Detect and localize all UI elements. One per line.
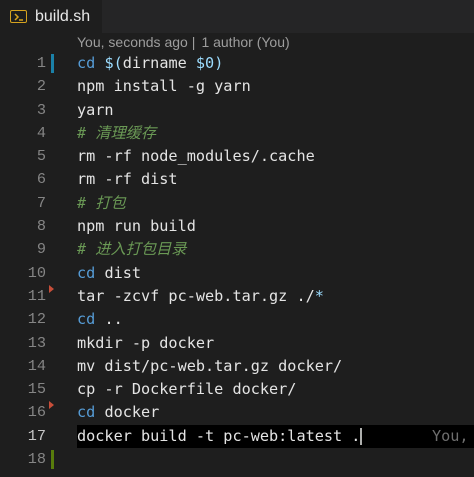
line-number: 12 <box>27 310 46 329</box>
code-token: dist <box>95 263 142 282</box>
code-token: rm -rf node_modules/.cache <box>77 147 315 166</box>
code-token: cd <box>77 310 96 329</box>
code-token: cp -r Dockerfile docker/ <box>77 380 297 399</box>
code-text[interactable]: rm -rf dist <box>77 168 178 191</box>
codelens-separator: | <box>191 34 196 50</box>
line-number: 16 <box>27 403 46 422</box>
code-text[interactable]: docker build -t pc-web:latest . <box>77 425 363 448</box>
code-token: * <box>314 286 324 305</box>
editor[interactable]: You, seconds ago | 1 author (You) 1 cd $(di… <box>0 33 474 477</box>
code-text[interactable]: mkdir -p docker <box>77 332 214 355</box>
line-number: 9 <box>36 240 46 259</box>
code-text[interactable]: cp -r Dockerfile docker/ <box>77 378 296 401</box>
code-line[interactable]: 2 npm install -g yarn <box>0 75 474 98</box>
codelens-authors[interactable]: 1 author (You) <box>201 34 289 50</box>
code-text[interactable]: # 进入打包目录 <box>77 238 186 261</box>
line-number: 6 <box>36 170 46 189</box>
code-token: yarn <box>77 100 114 119</box>
code-line[interactable]: 12 cd .. <box>0 308 474 331</box>
code-text[interactable]: cd .. <box>77 308 123 331</box>
line-number: 11 <box>27 286 46 305</box>
code-text[interactable]: rm -rf node_modules/.cache <box>77 145 315 168</box>
code-token: $( <box>104 54 123 72</box>
code-line[interactable]: 18 <box>0 448 474 471</box>
line-number: 15 <box>27 380 46 399</box>
line-number: 13 <box>27 333 46 352</box>
code-token: rm -rf dist <box>77 170 178 189</box>
code-line[interactable]: 6 rm -rf dist <box>0 168 474 191</box>
line-number: 17 <box>27 426 46 445</box>
code-token: cd <box>77 263 96 282</box>
text-cursor <box>360 427 363 445</box>
code-token: npm run build <box>77 217 196 236</box>
code-text[interactable]: # 打包 <box>77 192 126 215</box>
code-line[interactable]: 1 cd $(dirname $0) <box>0 52 474 75</box>
line-number: 5 <box>36 147 46 166</box>
code-line[interactable]: 13 mkdir -p docker <box>0 332 474 355</box>
code-line[interactable]: 8 npm run build <box>0 215 474 238</box>
code-token: mkdir -p docker <box>77 333 215 352</box>
code-token: $0 <box>195 54 215 72</box>
code-line[interactable]: 16 cd docker <box>0 401 474 424</box>
code-token: ) <box>214 54 224 72</box>
code-token: dirname <box>122 54 196 72</box>
code-line[interactable]: 11 tar -zcvf pc-web.tar.gz ./* <box>0 284 474 308</box>
code-token: docker build -t pc-web:latest . <box>77 426 361 445</box>
code-token: mv dist/pc-web.tar.gz docker/ <box>77 356 343 375</box>
line-number: 2 <box>36 77 46 96</box>
code-line[interactable]: 9 # 进入打包目录 <box>0 238 474 261</box>
code-text[interactable]: tar -zcvf pc-web.tar.gz ./* <box>77 285 324 308</box>
line-number: 8 <box>36 217 46 236</box>
code-token: # 进入打包目录 <box>77 240 187 259</box>
code-token: docker <box>95 403 160 422</box>
code-token: tar -zcvf pc-web.tar.gz ./ <box>77 286 315 305</box>
code-line[interactable]: 15 cp -r Dockerfile docker/ <box>0 378 474 401</box>
line-number: 18 <box>27 450 46 469</box>
code-line[interactable]: 4 # 清理缓存 <box>0 122 474 145</box>
code-token: .. <box>95 310 123 329</box>
git-codelens[interactable]: You, seconds ago | 1 author (You) <box>77 34 290 50</box>
code-line[interactable]: 3 yarn <box>0 99 474 122</box>
line-number: 4 <box>36 123 46 142</box>
terminal-file-icon <box>10 10 27 23</box>
code-text[interactable]: cd $(dirname $0) <box>77 52 223 75</box>
deleted-lines-marker-icon[interactable] <box>49 401 54 410</box>
code-token: cd <box>77 54 96 72</box>
code-text[interactable]: yarn <box>77 99 114 122</box>
codelens-when[interactable]: You, seconds ago <box>77 34 188 50</box>
added-line-indicator[interactable] <box>51 450 54 470</box>
tab-bar: build.sh <box>0 0 474 33</box>
code-token: npm install -g yarn <box>77 77 251 96</box>
deleted-lines-marker-icon[interactable] <box>49 284 54 293</box>
tab-title: build.sh <box>35 7 91 25</box>
line-number: 10 <box>27 263 46 282</box>
modified-line-indicator[interactable] <box>51 54 54 73</box>
code-text[interactable]: mv dist/pc-web.tar.gz docker/ <box>77 355 342 378</box>
code-text[interactable]: # 清理缓存 <box>77 122 156 145</box>
code-token: cd <box>77 403 96 422</box>
line-number: 7 <box>36 193 46 212</box>
line-number: 3 <box>36 100 46 119</box>
code-line[interactable]: 5 rm -rf node_modules/.cache <box>0 145 474 168</box>
code-line[interactable]: 10 cd dist <box>0 262 474 285</box>
code-line[interactable]: 17 docker build -t pc-web:latest . You, <box>0 424 474 449</box>
code-text[interactable]: cd dist <box>77 262 141 285</box>
code-lines[interactable]: 1 cd $(dirname $0) 2 npm install -g yarn 3 ya… <box>0 52 474 471</box>
code-token: # 打包 <box>77 193 126 212</box>
code-text[interactable]: npm run build <box>77 215 196 238</box>
tab-build-sh[interactable]: build.sh <box>0 0 103 33</box>
code-line[interactable]: 14 mv dist/pc-web.tar.gz docker/ <box>0 355 474 378</box>
code-text[interactable]: cd docker <box>77 401 159 424</box>
code-line[interactable]: 7 # 打包 <box>0 192 474 215</box>
inline-blame[interactable]: You, <box>432 425 469 448</box>
code-text[interactable]: npm install -g yarn <box>77 75 251 98</box>
line-number: 14 <box>27 356 46 375</box>
code-token: # 清理缓存 <box>77 123 157 142</box>
line-number: 1 <box>36 54 46 72</box>
